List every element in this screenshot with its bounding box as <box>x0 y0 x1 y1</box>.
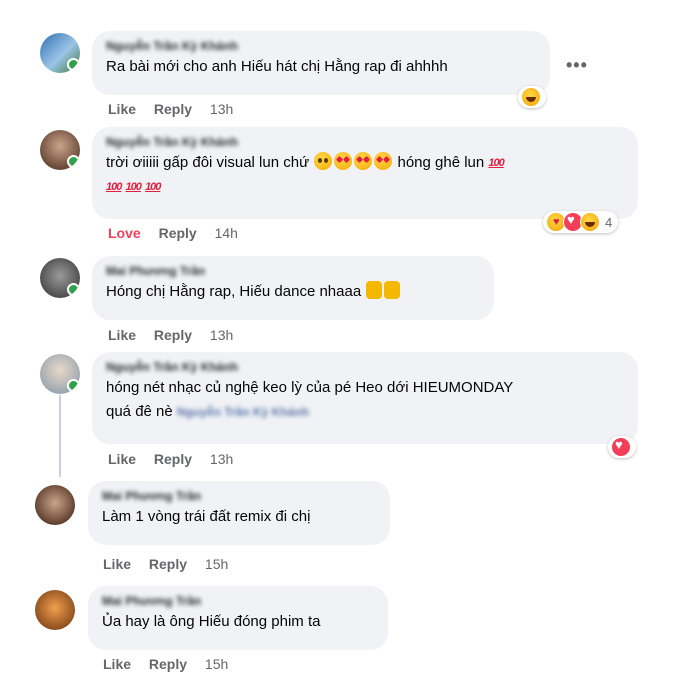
hundred-points-icon: 100 <box>145 181 161 193</box>
heart-eyes-icon <box>374 152 393 170</box>
commenter-name[interactable]: Mai Phương Trần <box>102 594 376 610</box>
timestamp[interactable]: 15h <box>205 556 228 572</box>
comment-text: Làm 1 vòng trái đất remix đi chị <box>102 508 311 525</box>
like-button[interactable]: Like <box>108 451 136 467</box>
commenter-name[interactable]: Mai Phương Trần <box>106 264 482 280</box>
comment-actions: Like Reply 13h <box>108 451 247 467</box>
reaction-summary[interactable] <box>518 86 546 108</box>
comment-actions: Like Reply 15h <box>103 656 242 672</box>
reaction-summary[interactable]: 4 <box>543 211 619 233</box>
commenter-name[interactable]: Nguyễn Trần Kỳ Khánh <box>106 135 626 151</box>
comment-text-line2: 100 100 100 <box>106 175 626 199</box>
timestamp[interactable]: 13h <box>210 451 233 467</box>
like-button[interactable]: Like <box>108 327 136 343</box>
comment-actions: Like Reply 15h <box>103 556 242 572</box>
comment-bubble: Mai Phương Trần Ủa hay là ông Hiếu đóng … <box>88 586 388 650</box>
timestamp[interactable]: 13h <box>210 327 233 343</box>
reaction-count: 4 <box>605 214 613 230</box>
like-button[interactable]: Like <box>108 101 136 117</box>
like-button[interactable]: Like <box>103 556 131 572</box>
avatar[interactable] <box>40 354 80 394</box>
reply-button[interactable]: Reply <box>154 327 192 343</box>
timestamp[interactable]: 15h <box>205 656 228 672</box>
avatar[interactable] <box>40 258 80 298</box>
commenter-name[interactable]: Nguyễn Trần Kỳ Khánh <box>106 39 538 55</box>
comment-text: trời ơiiiii gấp đôi visual lun chứ hóng … <box>106 151 626 175</box>
online-status-dot <box>67 379 80 392</box>
comment-text: hóng nét nhạc củ nghệ keo lỳ của pé Heo … <box>106 379 514 396</box>
avatar[interactable] <box>35 590 75 630</box>
comment-bubble: Nguyễn Trần Kỳ Khánh trời ơiiiii gấp đôi… <box>92 127 638 219</box>
comment-bubble: Mai Phương Trần Hóng chị Hằng rap, Hiếu … <box>92 256 494 320</box>
comment-text: Hóng chị Hằng rap, Hiếu dance nhaaa <box>106 280 482 304</box>
online-status-dot <box>67 58 80 71</box>
comment-text: Ủa hay là ông Hiếu đóng phim ta <box>102 613 321 630</box>
comment-bubble: Nguyễn Trần Kỳ Khánh Ra bài mới cho anh … <box>92 31 550 95</box>
comment-text-part: Hóng chị Hằng rap, Hiếu dance nhaaa <box>106 283 362 300</box>
comment-text: Ra bài mới cho anh Hiếu hát chị Hằng rap… <box>106 58 448 75</box>
reaction-summary[interactable] <box>608 436 636 458</box>
hundred-points-icon: 100 <box>488 157 504 169</box>
comment-text-part: hóng ghê lun <box>397 154 485 171</box>
reply-button[interactable]: Reply <box>154 101 192 117</box>
comment-text-part: trời ơiiiii gấp đôi visual lun chứ <box>106 154 310 171</box>
comment-actions: Love Reply 14h <box>108 225 252 241</box>
commenter-name[interactable]: Nguyễn Trần Kỳ Khánh <box>106 360 626 376</box>
timestamp[interactable]: 13h <box>210 101 233 117</box>
haha-reaction-icon <box>521 87 541 107</box>
more-options-icon[interactable]: ••• <box>566 55 588 76</box>
rock-on-hand-icon <box>384 281 401 299</box>
comment-bubble: Nguyễn Trần Kỳ Khánh hóng nét nhạc củ ng… <box>92 352 638 444</box>
teary-face-icon <box>314 152 333 170</box>
reply-button[interactable]: Reply <box>149 656 187 672</box>
heart-eyes-icon <box>354 152 373 170</box>
comment-bubble: Mai Phương Trần Làm 1 vòng trái đất remi… <box>88 481 390 545</box>
tagged-user-link[interactable]: Nguyễn Trần Kỳ Khánh <box>177 405 309 419</box>
like-button[interactable]: Like <box>103 656 131 672</box>
comment-actions: Like Reply 13h <box>108 327 247 343</box>
online-status-dot <box>67 155 80 168</box>
rock-on-hand-icon <box>366 281 383 299</box>
avatar[interactable] <box>35 485 75 525</box>
hundred-points-icon: 100 <box>125 181 142 193</box>
hundred-points-icon: 100 <box>106 181 122 193</box>
commenter-name[interactable]: Mai Phương Trần <box>102 489 378 505</box>
love-button[interactable]: Love <box>108 225 141 241</box>
online-status-dot <box>67 283 80 296</box>
comment-text-line2: quá đê nè Nguyễn Trần Kỳ Khánh <box>106 400 626 424</box>
comment-text-part: quá đê nè <box>106 403 173 420</box>
comment-actions: Like Reply 13h <box>108 101 247 117</box>
love-reaction-icon <box>611 437 631 457</box>
haha-reaction-icon <box>580 212 600 232</box>
avatar[interactable] <box>40 130 80 170</box>
reply-button[interactable]: Reply <box>159 225 197 241</box>
reply-button[interactable]: Reply <box>154 451 192 467</box>
heart-eyes-icon <box>334 152 353 170</box>
avatar[interactable] <box>40 33 80 73</box>
thread-line <box>59 395 61 477</box>
reply-button[interactable]: Reply <box>149 556 187 572</box>
timestamp[interactable]: 14h <box>215 225 238 241</box>
